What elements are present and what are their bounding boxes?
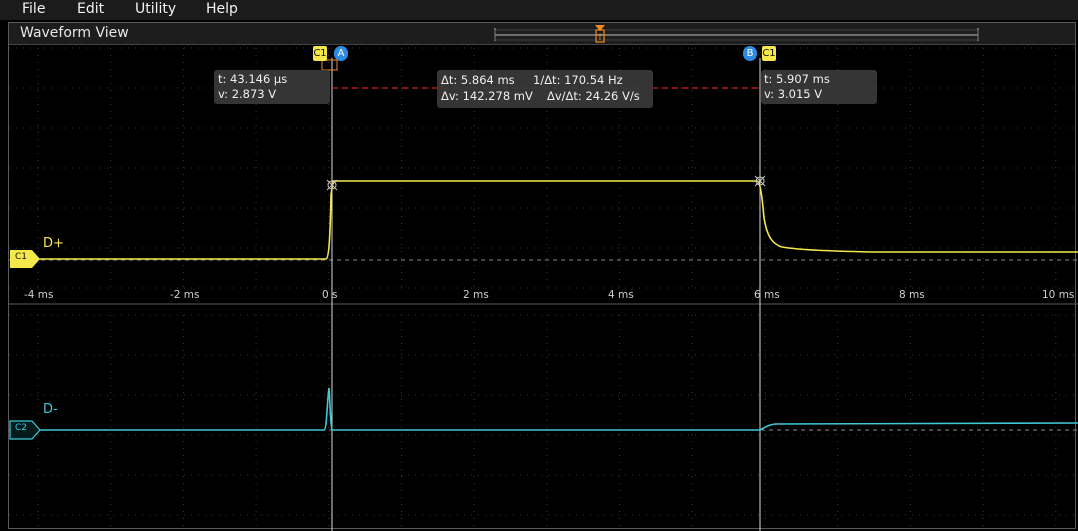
time-tick-label: 4 ms bbox=[608, 289, 634, 301]
cursor-a-time: t: 43.146 µs bbox=[218, 72, 288, 86]
cursor-b-flag[interactable]: B bbox=[743, 46, 757, 61]
cursor-b-readout[interactable]: t: 5.907 ms v: 3.015 V bbox=[761, 70, 877, 104]
trigger-position-icon[interactable]: T bbox=[595, 25, 605, 43]
record-overview-bar[interactable] bbox=[494, 28, 979, 41]
time-tick-label: 8 ms bbox=[899, 289, 925, 301]
cursor-b-time: t: 5.907 ms bbox=[764, 72, 830, 86]
time-tick-label: -4 ms bbox=[24, 289, 54, 301]
cursor-a-flag[interactable]: A bbox=[334, 46, 348, 61]
c2-waveform bbox=[38, 387, 1078, 431]
trigger-marker-icon bbox=[321, 59, 338, 71]
cursor-delta-readout[interactable]: Δt: 5.864 ms 1/Δt: 170.54 Hz Δv: 142.278… bbox=[437, 70, 653, 108]
c1-badge-label: C1 bbox=[15, 252, 28, 262]
time-tick-label: 0 s bbox=[322, 289, 338, 301]
cursor-a-readout[interactable]: t: 43.146 µs v: 2.873 V bbox=[214, 70, 330, 104]
delta-inverse-time: 1/Δt: 170.54 Hz bbox=[533, 73, 623, 87]
c1-name-label: D+ bbox=[43, 236, 64, 251]
c2-badge-label: C2 bbox=[15, 423, 28, 433]
cursor-b-source-badge[interactable]: C1 bbox=[762, 46, 776, 61]
cursor-b-marker-icon bbox=[754, 175, 766, 187]
cursor-a-source-badge[interactable]: C1 bbox=[313, 46, 327, 61]
cursor-b-voltage: v: 3.015 V bbox=[764, 87, 823, 101]
delta-slope: Δv/Δt: 24.26 V/s bbox=[547, 89, 640, 103]
time-tick-label: 6 ms bbox=[754, 289, 780, 301]
time-tick-label: 10 ms bbox=[1042, 289, 1075, 301]
cursor-a-marker-icon bbox=[326, 179, 338, 191]
svg-text:T: T bbox=[597, 33, 603, 42]
delta-time: Δt: 5.864 ms bbox=[441, 73, 515, 87]
delta-voltage: Δv: 142.278 mV bbox=[441, 89, 533, 103]
time-tick-label: -2 ms bbox=[170, 289, 200, 301]
c1-waveform bbox=[38, 180, 1078, 260]
cursor-a-voltage: v: 2.873 V bbox=[218, 87, 277, 101]
time-tick-label: 2 ms bbox=[463, 289, 489, 301]
c2-name-label: D- bbox=[43, 402, 58, 417]
